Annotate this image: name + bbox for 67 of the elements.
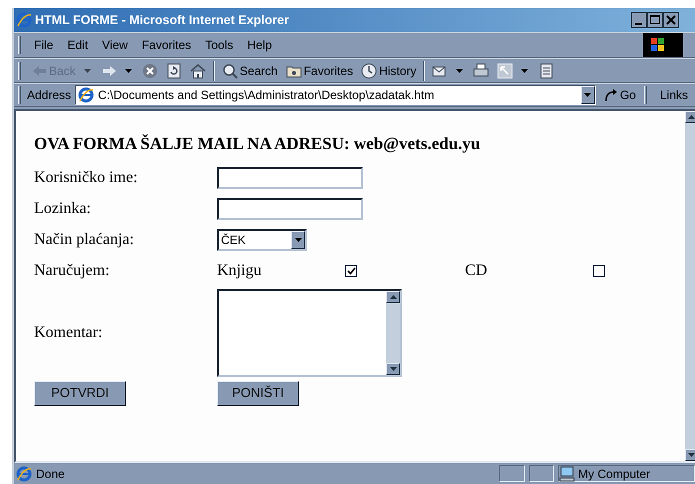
dropdown-caret-icon[interactable] [294,238,302,242]
window-title: HTML FORME - Microsoft Internet Explorer [35,12,289,29]
address-label: Address [27,87,72,104]
edit-icon [497,62,514,78]
menu-item[interactable]: File [27,34,60,56]
go-button[interactable]: Go [600,84,640,106]
down-arrow-icon [390,366,396,370]
printer-icon [473,62,490,78]
dropdown-caret-icon [456,68,464,72]
scroll-down-button[interactable] [685,449,695,461]
down-arrow-icon [688,453,694,457]
status-text: Done [36,466,66,482]
computer-icon [559,466,576,482]
dropdown-caret-icon [124,68,132,72]
menu-item[interactable]: Edit [60,34,96,56]
up-arrow-icon [688,115,694,119]
option-label: Knjigu [217,261,262,281]
option-label: CD [465,261,488,281]
username-field[interactable] [217,167,363,189]
field-label: Lozinka: [34,199,92,219]
search-button[interactable]: Search [218,60,282,82]
scroll-up-button[interactable] [685,111,695,123]
field-label: Način plaćanja: [34,230,135,250]
address-field[interactable]: C:\Documents and Settings\Administrator\Desktop\zadatak.htm [75,85,596,105]
dropdown-caret-icon [521,68,528,72]
up-arrow-icon [390,294,396,298]
search-icon [222,62,238,78]
clock-button[interactable]: History [357,60,420,82]
document-icon [538,62,554,78]
menu-item[interactable]: Tools [198,34,240,56]
scroll-up-button[interactable] [386,290,400,302]
dropdown-caret-icon [84,68,91,72]
menu-item[interactable]: Favorites [134,34,198,56]
field-label: Naručujem: [34,261,111,281]
password-field[interactable] [217,198,363,220]
comment-field[interactable] [217,288,402,376]
page-heading: OVA FORMA ŠALJE MAIL NA ADRESU: web@vets.edu.yu [34,133,482,155]
maximize-icon[interactable] [647,12,663,28]
checkbox[interactable] [345,265,357,277]
menu-item[interactable]: View [95,34,135,56]
status-panel [499,465,525,482]
textarea-scrollbar[interactable] [386,290,400,374]
checkbox[interactable] [593,265,605,277]
go-arrow-icon [604,88,618,102]
field-label: Korisničko ime: [34,168,139,188]
page-icon [16,466,32,482]
links-button[interactable]: Links [652,84,695,106]
minimize-icon[interactable] [631,12,647,28]
page-scrollbar[interactable] [685,111,695,461]
menu-item[interactable]: Help [240,34,279,56]
folder-button[interactable]: Favorites [282,60,358,82]
stop-icon [142,62,158,78]
dropdown-caret-icon[interactable] [584,93,592,97]
home-icon [190,62,206,78]
payment-select[interactable]: ČEK [217,229,307,251]
reset-button[interactable]: PONIŠTI [217,380,299,406]
status-panel [528,465,554,482]
page-icon [78,87,94,103]
refresh-icon [166,62,182,78]
windows-logo-icon [643,33,683,57]
zone-text: My Computer [578,466,650,482]
close-icon[interactable] [663,12,679,28]
field-label: Komentar: [34,322,104,342]
browser-icon [16,12,32,28]
scroll-down-button[interactable] [386,362,400,374]
clock-icon [361,62,378,78]
submit-button[interactable]: POTVRDI [34,380,126,406]
